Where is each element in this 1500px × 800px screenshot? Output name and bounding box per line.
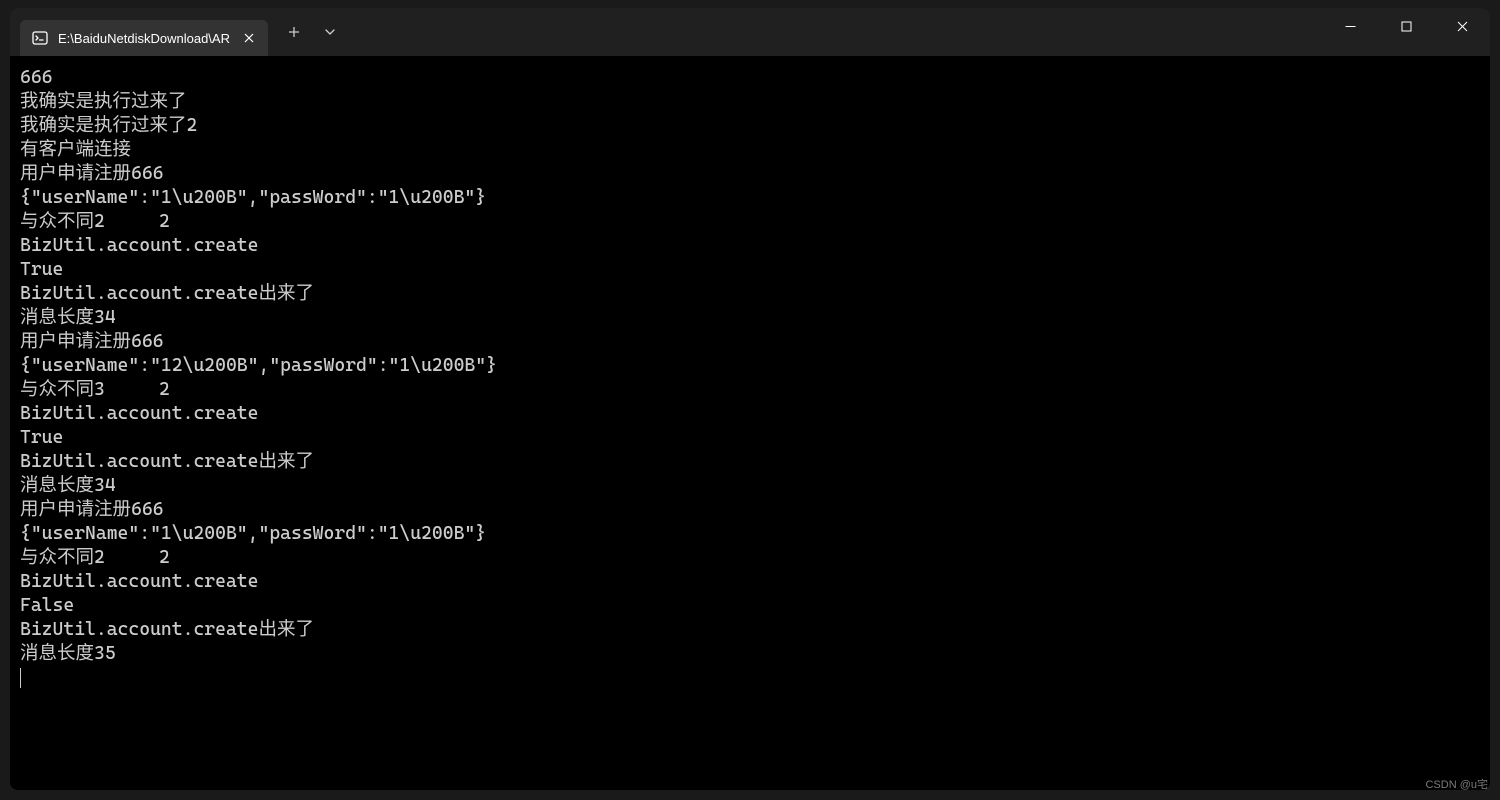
terminal-line: True — [20, 258, 1480, 282]
terminal-line: BizUtil.account.create — [20, 402, 1480, 426]
watermark: CSDN @u宅 — [1425, 776, 1488, 792]
tab-area: E:\BaiduNetdiskDownload\AR — [10, 8, 268, 56]
terminal-line: BizUtil.account.create出来了 — [20, 618, 1480, 642]
terminal-line: 我确实是执行过来了2 — [20, 114, 1480, 138]
cursor-line — [20, 666, 1480, 690]
terminal-line: {"userName":"1\u200B","passWord":"1\u200… — [20, 186, 1480, 210]
terminal-icon — [32, 30, 48, 46]
terminal-output[interactable]: 666我确实是执行过来了我确实是执行过来了2有客户端连接用户申请注册666{"u… — [10, 56, 1490, 790]
terminal-line: 与众不同2 2 — [20, 546, 1480, 570]
terminal-line: 666 — [20, 66, 1480, 90]
terminal-line: 用户申请注册666 — [20, 162, 1480, 186]
minimize-button[interactable] — [1322, 8, 1378, 44]
terminal-line: True — [20, 426, 1480, 450]
cursor — [20, 668, 21, 688]
close-button[interactable] — [1434, 8, 1490, 44]
terminal-line: BizUtil.account.create — [20, 234, 1480, 258]
terminal-line: BizUtil.account.create出来了 — [20, 282, 1480, 306]
terminal-line: BizUtil.account.create — [20, 570, 1480, 594]
tab-actions — [268, 8, 346, 56]
tab-dropdown-button[interactable] — [314, 16, 346, 48]
terminal-line: BizUtil.account.create出来了 — [20, 450, 1480, 474]
window-controls — [1322, 8, 1490, 56]
terminal-line: 用户申请注册666 — [20, 498, 1480, 522]
new-tab-button[interactable] — [278, 16, 310, 48]
terminal-line: {"userName":"1\u200B","passWord":"1\u200… — [20, 522, 1480, 546]
terminal-line: 消息长度34 — [20, 306, 1480, 330]
terminal-line: {"userName":"12\u200B","passWord":"1\u20… — [20, 354, 1480, 378]
terminal-line: 与众不同2 2 — [20, 210, 1480, 234]
terminal-line: False — [20, 594, 1480, 618]
terminal-line: 消息长度35 — [20, 642, 1480, 666]
titlebar[interactable]: E:\BaiduNetdiskDownload\AR — [10, 8, 1490, 56]
tab-close-button[interactable] — [240, 29, 258, 47]
terminal-line: 与众不同3 2 — [20, 378, 1480, 402]
tab-title: E:\BaiduNetdiskDownload\AR — [58, 31, 230, 46]
terminal-line: 有客户端连接 — [20, 138, 1480, 162]
terminal-line: 消息长度34 — [20, 474, 1480, 498]
tab-active[interactable]: E:\BaiduNetdiskDownload\AR — [20, 20, 268, 56]
terminal-line: 我确实是执行过来了 — [20, 90, 1480, 114]
terminal-line: 用户申请注册666 — [20, 330, 1480, 354]
maximize-button[interactable] — [1378, 8, 1434, 44]
terminal-window: E:\BaiduNetdiskDownload\AR — [10, 8, 1490, 790]
